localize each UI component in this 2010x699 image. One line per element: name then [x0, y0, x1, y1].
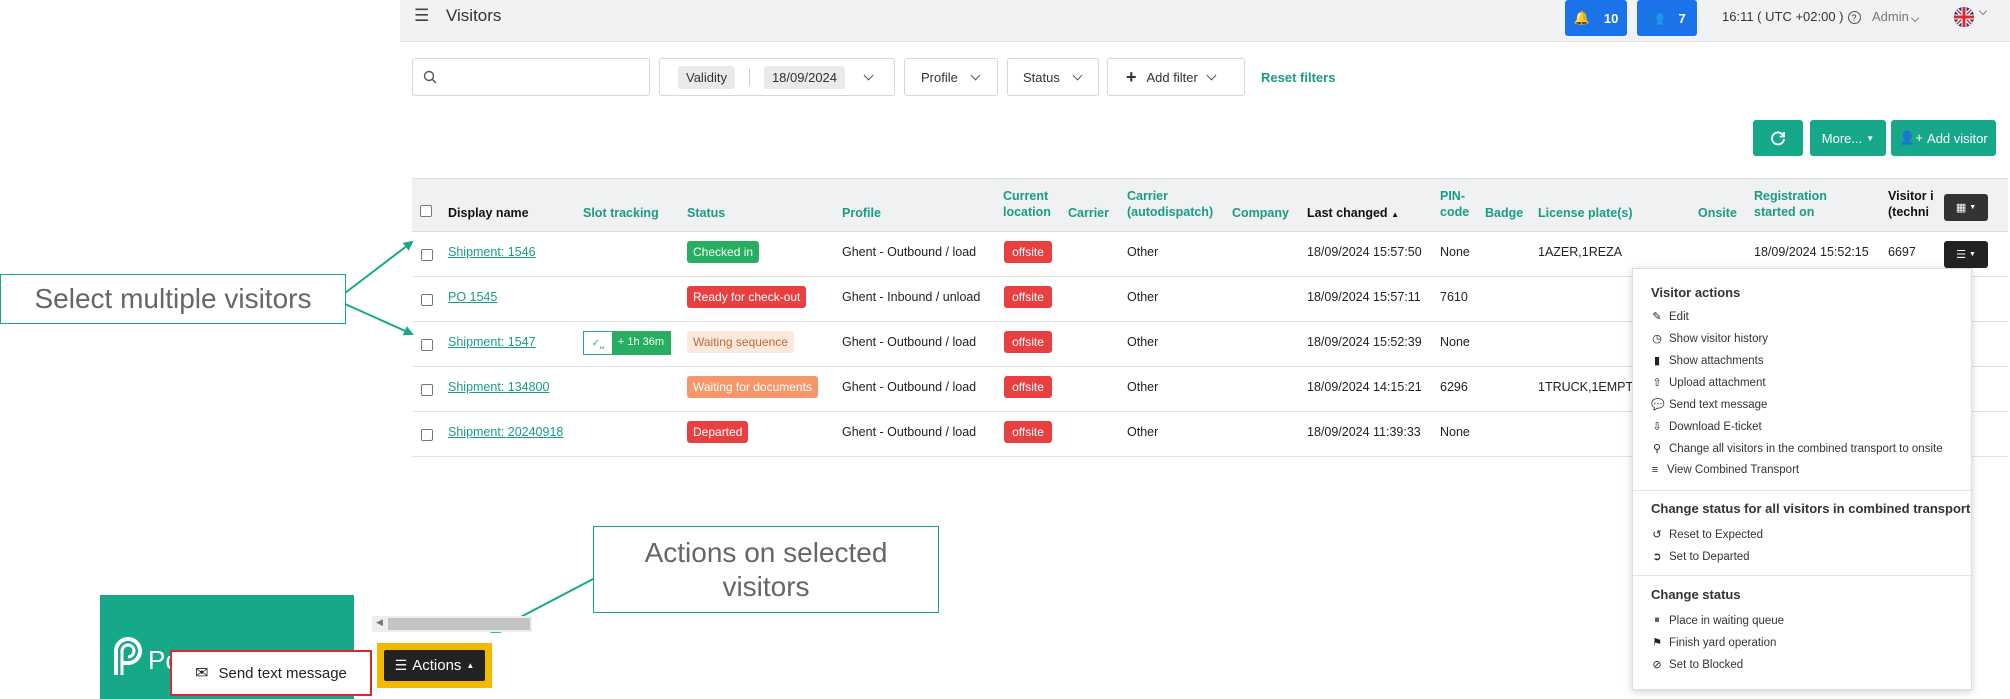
send-text-label: Send text message	[218, 664, 347, 682]
callout-actions-selected: Actions on selected visitors	[593, 526, 939, 613]
list-icon: ☰	[394, 657, 408, 673]
arrow-to-row-3	[344, 303, 414, 336]
company-logo-icon	[114, 637, 142, 675]
send-text-message-button[interactable]: ✉ Send text message	[170, 650, 372, 696]
actions-button[interactable]: ☰ Actions ▲	[384, 650, 485, 681]
callout-select-multiple: Select multiple visitors	[0, 274, 346, 324]
scroll-left-icon[interactable]: ◀	[376, 617, 383, 628]
envelope-icon: ✉	[195, 665, 209, 682]
caret-up-icon: ▲	[466, 661, 475, 670]
actions-label: Actions	[412, 657, 462, 674]
scrollbar-thumb[interactable]	[388, 618, 530, 630]
arrow-to-row-1	[344, 240, 414, 294]
